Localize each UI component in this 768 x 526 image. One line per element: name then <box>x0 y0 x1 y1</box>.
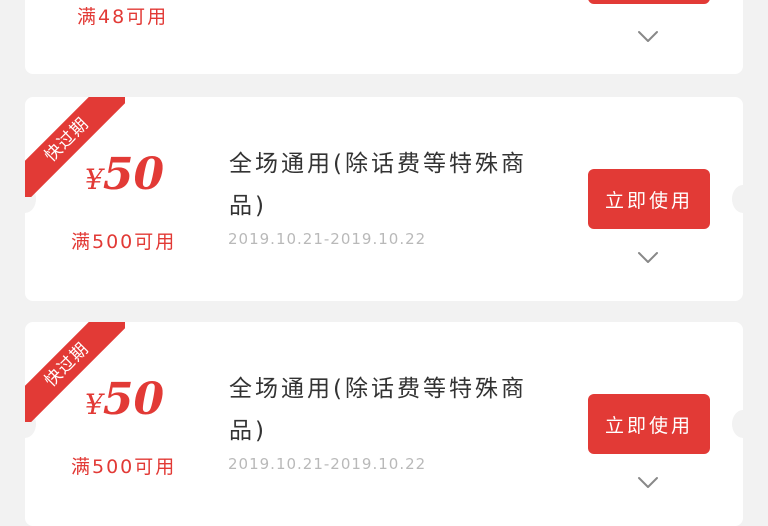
coupon-condition: 满500可用 <box>71 231 177 253</box>
coupon-notch <box>732 185 743 213</box>
amount-value: 50 <box>102 374 165 425</box>
coupon-notch <box>732 410 743 438</box>
coupon-title: 全场通用(除话费等特殊商品) <box>229 376 527 444</box>
currency-symbol: ¥ <box>85 163 103 196</box>
coupon-date-range: 2019.10.21-2019.10.22 <box>228 455 427 473</box>
chevron-down-icon[interactable] <box>637 251 659 265</box>
chevron-down-icon[interactable] <box>637 476 659 490</box>
coupon-amount: ¥50 <box>85 149 164 200</box>
use-now-button[interactable]: 立即使用 <box>588 169 710 229</box>
use-now-button[interactable]: 立即使用 <box>588 394 710 454</box>
use-now-button[interactable] <box>588 0 710 4</box>
coupon-title: 全场通用(除话费等特殊商品) <box>229 151 527 219</box>
chevron-down-icon[interactable] <box>637 30 659 44</box>
coupon-card: 快过期 ¥50 满500可用 全场通用(除话费等特殊商品) 2019.10.21… <box>25 322 743 526</box>
amount-value: 50 <box>102 149 165 200</box>
coupon-date-range: 2019.10.21-2019.10.22 <box>228 230 427 248</box>
coupon-card: 快过期 ¥50 满500可用 全场通用(除话费等特殊商品) 2019.10.21… <box>25 97 743 301</box>
currency-symbol: ¥ <box>85 388 103 421</box>
coupon-amount: ¥50 <box>85 374 164 425</box>
coupon-card: 满48可用 <box>25 0 743 74</box>
coupon-condition: 满48可用 <box>77 6 169 28</box>
coupon-condition: 满500可用 <box>71 456 177 478</box>
